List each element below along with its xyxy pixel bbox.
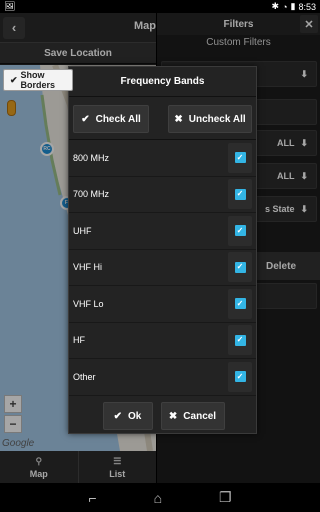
checkmark-icon: ✓ bbox=[234, 225, 246, 237]
band-checkbox[interactable]: ✓ bbox=[228, 361, 252, 392]
check-all-label: Check All bbox=[95, 113, 141, 125]
show-borders-checkbox[interactable]: ✔ Show Borders bbox=[3, 69, 73, 91]
check-all-button[interactable]: ✔ Check All bbox=[73, 105, 149, 133]
uncheck-all-button[interactable]: ✖ Uncheck All bbox=[168, 105, 252, 133]
band-checkbox[interactable]: ✓ bbox=[228, 179, 252, 210]
status-time: 8:53 bbox=[298, 1, 316, 12]
band-label: VHF Lo bbox=[73, 298, 104, 309]
band-row[interactable]: VHF Lo ✓ bbox=[69, 286, 256, 323]
dialog-actions: ✔ Check All ✖ Uncheck All bbox=[69, 97, 256, 139]
close-icon: ✖ bbox=[174, 113, 183, 125]
checkbox-icon: ✔ bbox=[10, 74, 18, 85]
cancel-label: Cancel bbox=[183, 410, 217, 422]
band-row[interactable]: UHF ✓ bbox=[69, 213, 256, 250]
checkmark-icon: ✓ bbox=[234, 261, 246, 273]
band-row[interactable]: 700 MHz ✓ bbox=[69, 177, 256, 213]
band-checkbox[interactable]: ✓ bbox=[228, 325, 252, 356]
battery-icon: ▮ bbox=[290, 1, 296, 11]
system-nav-bar: ⌐ ⌂ ❐ bbox=[0, 483, 320, 512]
ok-button[interactable]: ✔ Ok bbox=[102, 402, 153, 430]
cancel-button[interactable]: ✖ Cancel bbox=[160, 402, 225, 430]
dialog-title: Frequency Bands bbox=[69, 67, 256, 97]
band-row[interactable]: VHF Hi ✓ bbox=[69, 250, 256, 286]
check-icon: ✔ bbox=[113, 410, 123, 422]
band-checkbox[interactable]: ✓ bbox=[228, 288, 252, 319]
status-icons: ✱ ◔ ▮ 8:53 bbox=[272, 1, 316, 12]
band-label: 700 MHz bbox=[73, 189, 110, 200]
notification-icon: 🖼 bbox=[4, 1, 16, 11]
band-label: Other bbox=[73, 371, 96, 382]
dialog-footer: ✔ Ok ✖ Cancel bbox=[69, 397, 258, 435]
status-bar: 🖼 ✱ ◔ ▮ 8:53 bbox=[0, 0, 320, 13]
check-icon: ✔ bbox=[81, 113, 90, 125]
band-label: 800 MHz bbox=[73, 152, 110, 163]
bluetooth-icon: ✱ bbox=[271, 1, 280, 11]
show-borders-label: Show Borders bbox=[20, 70, 56, 90]
band-row[interactable]: 800 MHz ✓ bbox=[69, 140, 256, 177]
band-checkbox[interactable]: ✓ bbox=[228, 252, 252, 283]
uncheck-all-label: Uncheck All bbox=[188, 113, 246, 125]
band-list: 800 MHz ✓ 700 MHz ✓ UHF ✓ VHF Hi ✓ VHF Lo ✓ H… bbox=[69, 139, 256, 396]
close-icon: ✖ bbox=[168, 410, 178, 422]
ok-label: Ok bbox=[128, 410, 142, 422]
recents-icon[interactable]: ❐ bbox=[219, 489, 232, 506]
checkmark-icon: ✓ bbox=[234, 371, 246, 383]
checkmark-icon: ✓ bbox=[234, 188, 246, 200]
band-checkbox[interactable]: ✓ bbox=[228, 142, 252, 173]
checkmark-icon: ✓ bbox=[234, 298, 246, 310]
back-nav-icon[interactable]: ⌐ bbox=[88, 490, 96, 506]
band-row[interactable]: HF ✓ bbox=[69, 323, 256, 359]
checkmark-icon: ✓ bbox=[234, 334, 246, 346]
band-checkbox[interactable]: ✓ bbox=[228, 215, 252, 246]
home-icon[interactable]: ⌂ bbox=[154, 490, 162, 506]
wifi-icon: ◔ bbox=[282, 1, 288, 12]
band-row[interactable]: Other ✓ bbox=[69, 359, 256, 396]
band-label: HF bbox=[73, 335, 85, 346]
frequency-bands-dialog: Frequency Bands ✔ Check All ✖ Uncheck Al… bbox=[68, 66, 257, 434]
band-label: UHF bbox=[73, 225, 92, 236]
band-label: VHF Hi bbox=[73, 262, 102, 273]
checkmark-icon: ✓ bbox=[234, 152, 246, 164]
